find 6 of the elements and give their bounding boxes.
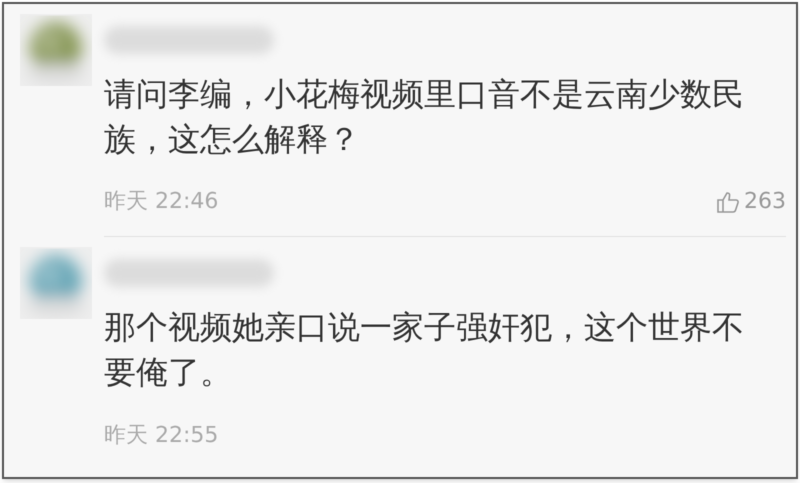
thumbs-up-icon[interactable] xyxy=(716,190,740,212)
comment-text: 请问李编，小花梅视频里口音不是云南少数民族，这怎么解释？ xyxy=(104,74,745,160)
comment-time: 昨天 22:55 xyxy=(104,422,218,450)
comment-time: 昨天 22:46 xyxy=(104,188,218,216)
comment-text: 那个视频她亲口说一家子强奸犯，这个世界不要俺了。 xyxy=(104,307,745,393)
like-count: 263 xyxy=(744,188,786,216)
